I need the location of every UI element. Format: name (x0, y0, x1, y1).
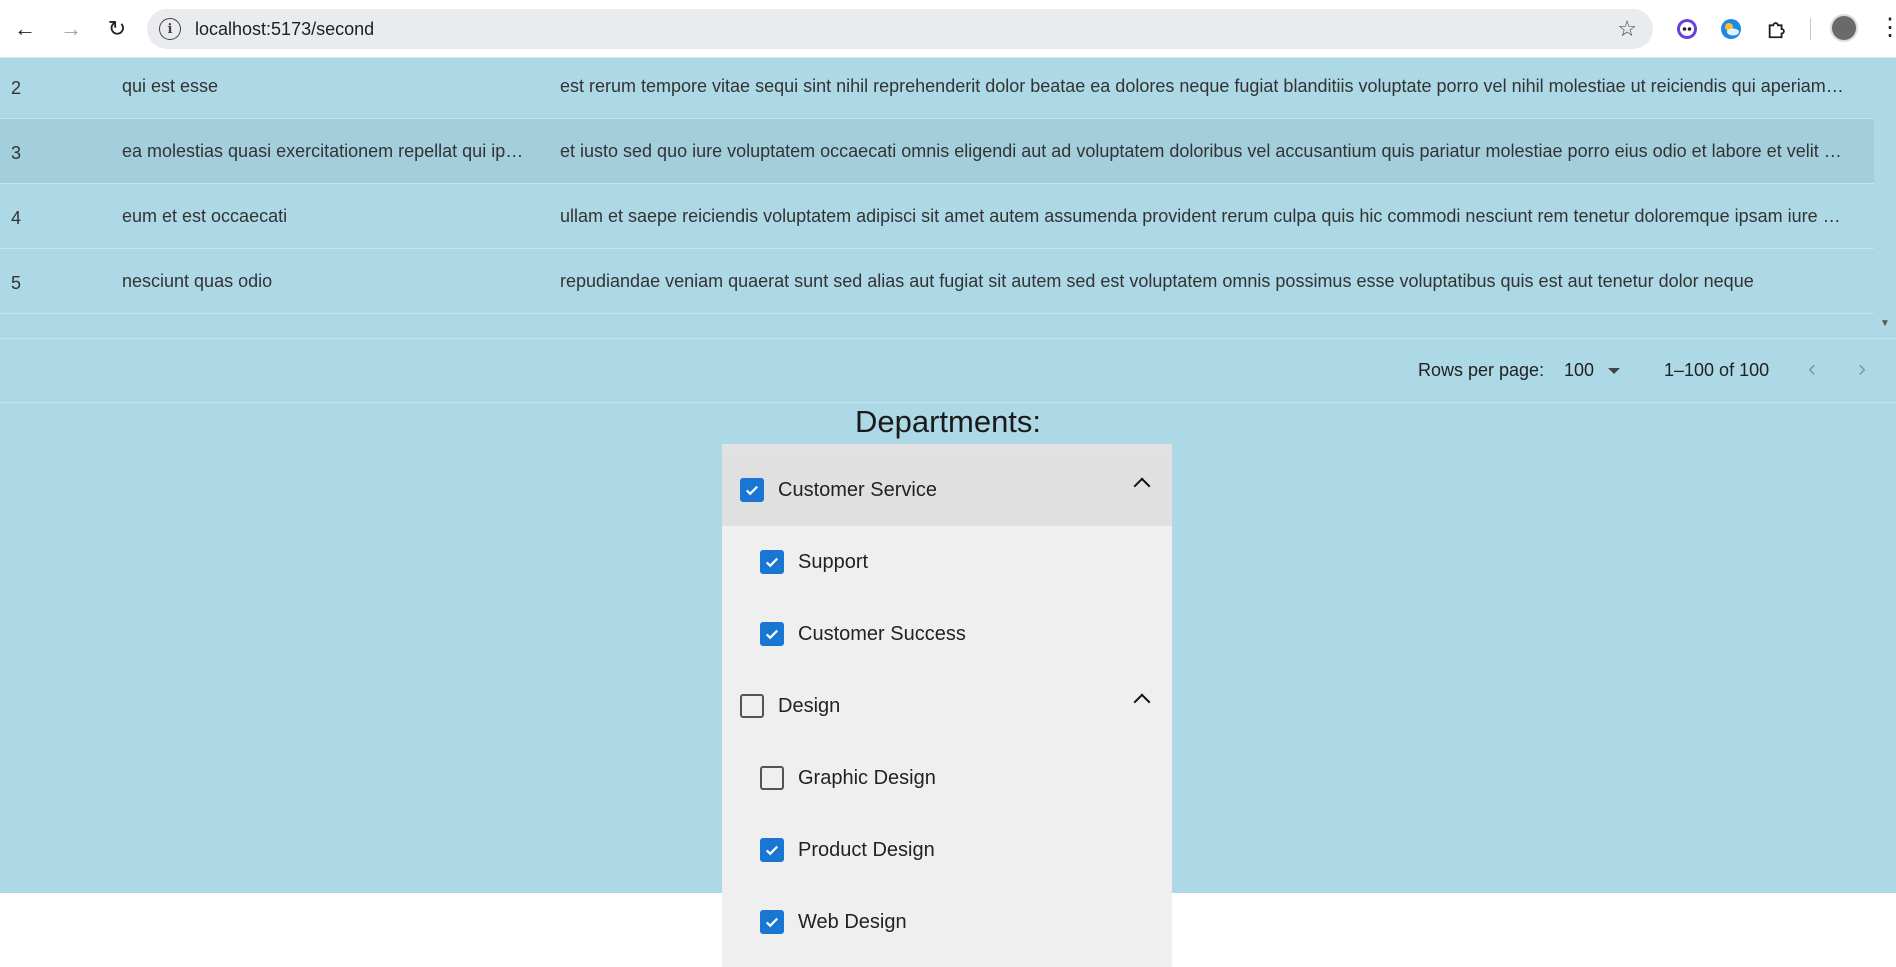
checkmark-icon (745, 485, 759, 496)
checkbox-support[interactable] (760, 550, 784, 574)
page-content: 2 qui est esse est rerum tempore vitae s… (0, 58, 1896, 967)
site-info-icon[interactable]: i (159, 18, 181, 40)
checkbox-customer-service[interactable] (740, 478, 764, 502)
cell-id: 3 (11, 142, 22, 163)
group-design[interactable]: Design (722, 670, 1172, 742)
pagination-range: 1–100 of 100 (1664, 360, 1770, 380)
reload-icon: ↻ (107, 15, 127, 41)
cell-title: eum et est occaecati (122, 206, 288, 226)
table-row[interactable]: 4 eum et est occaecati ullam et saepe re… (0, 184, 1874, 249)
checkmark-icon (765, 917, 779, 928)
address-bar[interactable]: i localhost:5173/second ☆ (147, 9, 1653, 49)
cell-title: nesciunt quas odio (122, 271, 273, 291)
checkbox-design[interactable] (740, 694, 764, 718)
table-scrollbar[interactable] (1874, 58, 1896, 338)
next-page-icon[interactable]: › (1858, 355, 1866, 383)
group-label: Customer Service (778, 478, 937, 501)
item-label: Web Design (798, 910, 907, 933)
cell-title: dolorem eum magni eos aperiam quia (122, 314, 532, 338)
cell-body: et iusto sed quo iure voluptatem occaeca… (560, 141, 1845, 161)
group-label: Design (778, 694, 841, 717)
browser-toolbar: ← → ↻ i localhost:5173/second ☆ ⋮ (0, 0, 1896, 58)
rows-per-page-value: 100 (1564, 360, 1595, 380)
back-arrow-icon: ← (14, 15, 36, 41)
checkbox-web-design[interactable] (760, 910, 784, 934)
cell-body: est rerum tempore vitae sequi sint nihil… (560, 76, 1845, 96)
extension-weather-icon[interactable] (1716, 14, 1746, 44)
checkmark-icon (765, 845, 779, 856)
item-support[interactable]: Support (722, 526, 1172, 598)
rows-per-page-label: Rows per page: (1418, 360, 1545, 380)
back-button[interactable]: ← (2, 0, 48, 58)
group-customer-service[interactable]: Customer Service (722, 454, 1172, 526)
table-pagination: Rows per page: 100 1–100 of 100 ‹ › (0, 338, 1896, 403)
departments-title: Departments: (854, 404, 1042, 439)
caret-down-icon (1608, 367, 1621, 374)
collapse-chevron-icon[interactable] (1133, 477, 1151, 495)
cell-body: ut aspernatur corporis harum nihil quis … (560, 314, 1845, 338)
item-label: Customer Success (798, 622, 966, 645)
browser-menu-icon[interactable]: ⋮ (1878, 14, 1896, 42)
cell-id: 2 (11, 77, 22, 98)
table-row[interactable]: 5 nesciunt quas odio repudiandae veniam … (0, 249, 1874, 314)
profile-avatar[interactable] (1830, 14, 1858, 42)
cell-id: 4 (11, 207, 22, 228)
collapse-chevron-icon[interactable] (1133, 693, 1151, 711)
cell-body: repudiandae veniam quaerat sunt sed alia… (560, 271, 1754, 291)
checkmark-icon (765, 629, 779, 640)
cell-id: 5 (11, 272, 22, 293)
item-web-design[interactable]: Web Design (722, 886, 1172, 958)
checkbox-customer-success[interactable] (760, 622, 784, 646)
departments-tree: Customer Service Support Customer Succes… (722, 444, 1172, 967)
previous-page-icon[interactable]: ‹ (1808, 355, 1816, 383)
table-row[interactable]: 6 dolorem eum magni eos aperiam quia ut … (0, 314, 1874, 338)
item-customer-success[interactable]: Customer Success (722, 598, 1172, 670)
cell-title: qui est esse (122, 76, 219, 96)
reload-button[interactable]: ↻ (94, 0, 140, 58)
cell-title: ea molestias quasi exercitationem repell… (122, 141, 532, 161)
cell-id: 6 (11, 314, 91, 339)
item-label: Product Design (798, 838, 935, 861)
item-label: Graphic Design (798, 766, 936, 789)
toolbar-separator (1810, 18, 1811, 40)
url-text[interactable]: localhost:5173/second (195, 19, 374, 40)
table-row[interactable]: 2 qui est esse est rerum tempore vitae s… (0, 58, 1874, 119)
extension-face-icon[interactable] (1672, 14, 1702, 44)
checkbox-product-design[interactable] (760, 838, 784, 862)
forward-arrow-icon: → (60, 15, 82, 41)
bookmark-star-icon[interactable]: ☆ (1617, 16, 1637, 42)
tree-top-strip (722, 444, 1172, 454)
rows-per-page-select[interactable]: 100 (1564, 360, 1621, 381)
table-row[interactable]: 3 ea molestias quasi exercitationem repe… (0, 119, 1874, 184)
scroll-down-icon[interactable]: ▼ (1880, 318, 1890, 329)
item-graphic-design[interactable]: Graphic Design (722, 742, 1172, 814)
item-product-design[interactable]: Product Design (722, 814, 1172, 886)
forward-button[interactable]: → (48, 0, 94, 58)
cell-body: ullam et saepe reiciendis voluptatem adi… (560, 206, 1845, 226)
checkbox-graphic-design[interactable] (760, 766, 784, 790)
data-table: 2 qui est esse est rerum tempore vitae s… (0, 58, 1896, 338)
item-label: Support (798, 550, 869, 573)
extensions-puzzle-icon[interactable] (1762, 14, 1792, 44)
checkmark-icon (765, 557, 779, 568)
